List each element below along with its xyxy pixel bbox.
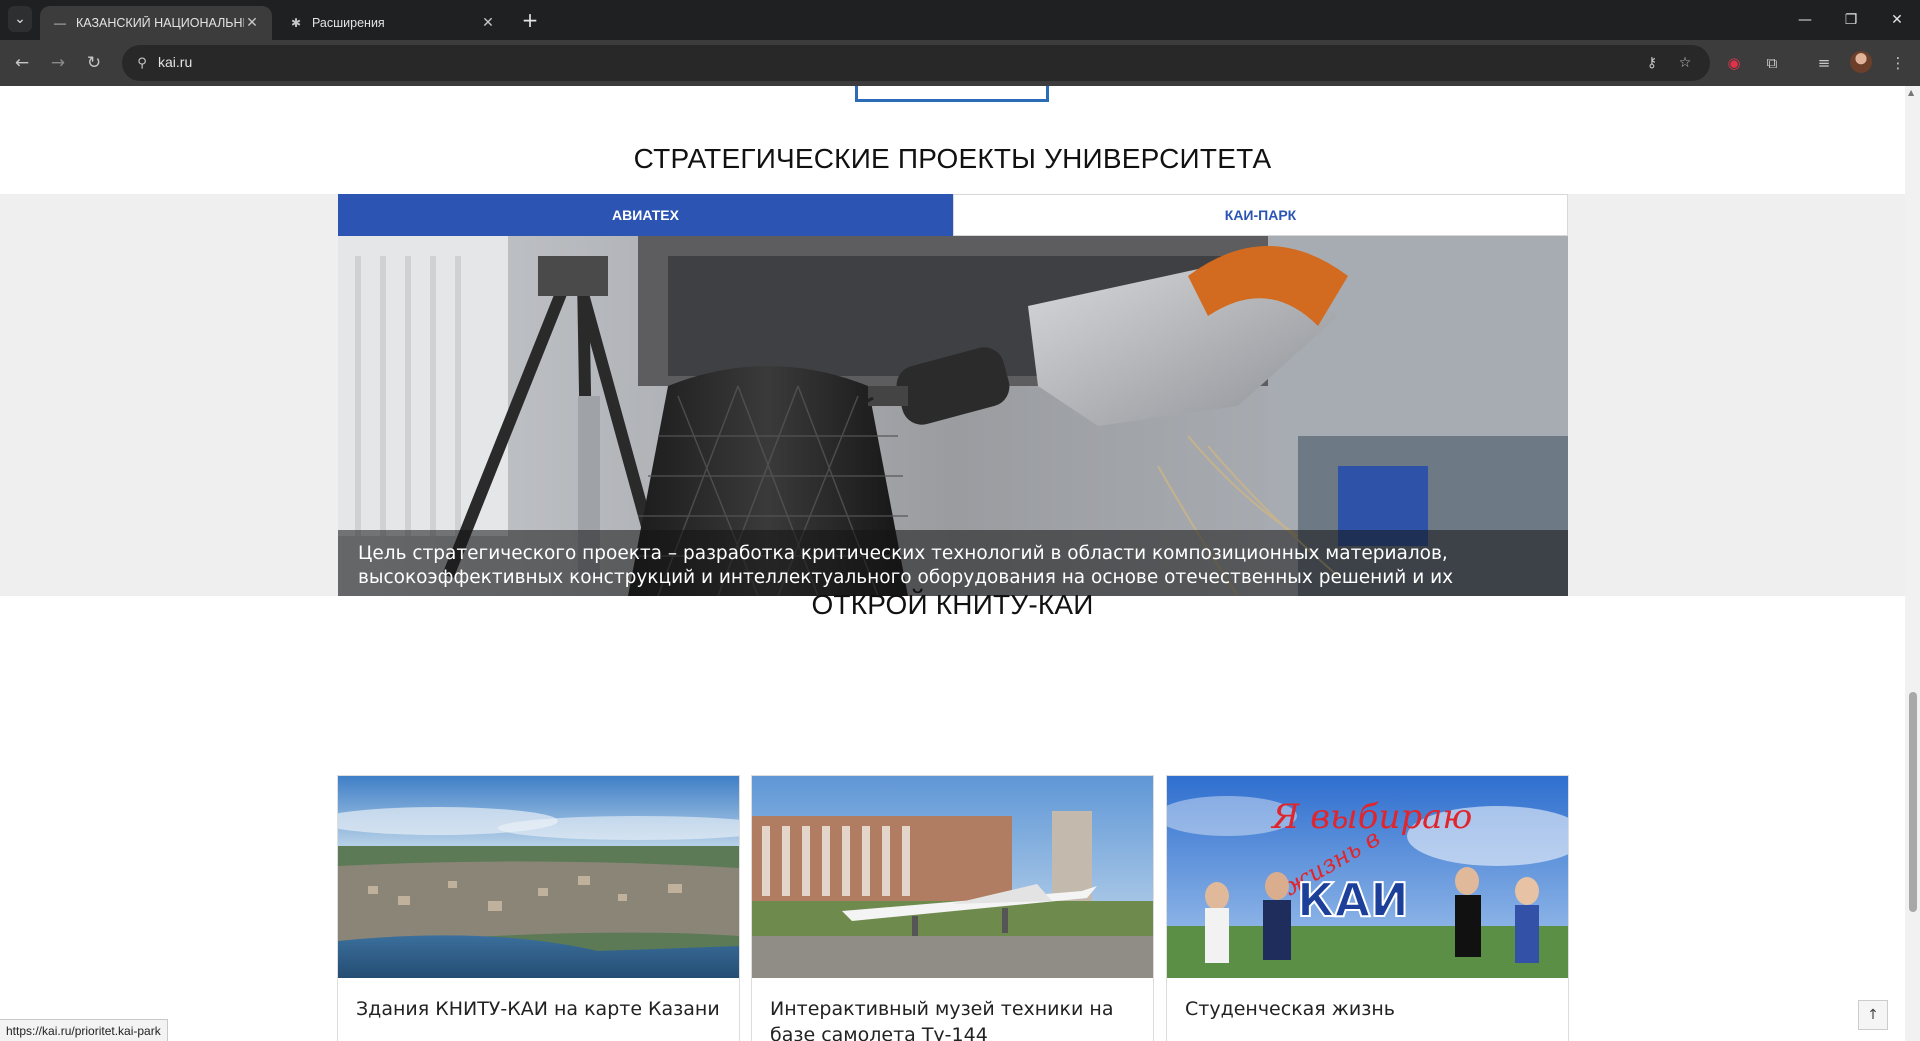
minimize-icon: — [1798, 12, 1812, 28]
discover-cards: Здания КНИТУ-КАИ на карте Казани Интерак… [337, 775, 1569, 1041]
page-viewport: СТРАТЕГИЧЕСКИЕ ПРОЕКТЫ УНИВЕРСИТЕТА АВИА… [0, 86, 1905, 1041]
key-icon[interactable]: ⚷ [1642, 53, 1662, 73]
card-label[interactable]: Интерактивный музей техники на базе само… [770, 996, 1140, 1041]
forward-button[interactable]: → [44, 49, 72, 77]
browser-toolbar: ← → ↻ ⚲ kai.ru ⚷ ☆ ◉ ⧉ ≡ ⋮ [0, 40, 1920, 86]
tab-title: КАЗАНСКИЙ НАЦИОНАЛЬНЫЙ [76, 16, 244, 30]
tab-kai-park[interactable]: КАИ-ПАРК [953, 194, 1568, 236]
reload-button[interactable]: ↻ [80, 49, 108, 77]
reload-icon: ↻ [86, 53, 102, 73]
url-text[interactable]: kai.ru [158, 54, 192, 70]
new-tab-button[interactable]: + [518, 8, 542, 32]
tab-search-button[interactable]: ⌄ [8, 6, 32, 32]
card-buildings-map[interactable]: Здания КНИТУ-КАИ на карте Казани [337, 775, 740, 1041]
close-icon[interactable]: ✕ [480, 15, 496, 31]
restore-button[interactable]: ❐ [1828, 0, 1874, 40]
arrow-up-icon: ↑ [1867, 1007, 1879, 1023]
card-label[interactable]: Студенческая жизнь [1185, 996, 1555, 1022]
tab-extensions[interactable]: ✱ Расширения ✕ [276, 6, 508, 40]
page-scrollbar[interactable]: ▲ [1905, 86, 1920, 1041]
extensions-icon[interactable]: ⧉ [1760, 51, 1784, 75]
site-info-icon[interactable]: ⚲ [132, 53, 152, 73]
card-student-life[interactable]: Я выбираю жизнь в КАИ Студенческая жизнь [1166, 775, 1569, 1041]
scroll-to-top-button[interactable]: ↑ [1858, 1000, 1888, 1030]
project-caption[interactable]: Цель стратегического проекта – разработк… [338, 530, 1568, 596]
star-icon[interactable]: ☆ [1675, 53, 1695, 73]
project-tabs: АВИАТЕХ КАИ-ПАРК [338, 194, 1568, 236]
aviatech-project-image[interactable]: Цель стратегического проекта – разработк… [338, 236, 1568, 596]
chevron-down-icon: ⌄ [14, 11, 26, 27]
record-extension-icon[interactable]: ◉ [1722, 51, 1746, 75]
restore-icon: ❐ [1844, 12, 1858, 28]
arrow-left-icon: ← [14, 53, 30, 73]
kai-favicon-icon: — [54, 16, 66, 30]
plus-icon: + [521, 8, 539, 32]
close-icon[interactable]: ✕ [244, 15, 260, 31]
address-bar[interactable]: ⚲ kai.ru ⚷ ☆ [122, 45, 1710, 81]
scroll-up-icon[interactable]: ▲ [1908, 88, 1914, 97]
kai-logo-text: КАИ [1297, 873, 1409, 927]
kazan-aerial-photo [338, 776, 739, 978]
outlined-button-fragment[interactable] [855, 86, 1049, 102]
media-controls-icon[interactable]: ≡ [1812, 51, 1836, 75]
card-tu144-museum[interactable]: Интерактивный музей техники на базе само… [751, 775, 1154, 1041]
close-icon: ✕ [1891, 12, 1903, 28]
arrow-right-icon: → [50, 53, 66, 73]
card-label[interactable]: Здания КНИТУ-КАИ на карте Казани [356, 996, 726, 1022]
scrollbar-thumb[interactable] [1909, 692, 1917, 912]
minimize-button[interactable]: — [1782, 0, 1828, 40]
strategic-projects-heading: СТРАТЕГИЧЕСКИЕ ПРОЕКТЫ УНИВЕРСИТЕТА [633, 143, 1272, 174]
back-button[interactable]: ← [8, 49, 36, 77]
tu144-photo [752, 776, 1153, 978]
tab-title: Расширения [312, 16, 385, 30]
student-life-photo: Я выбираю жизнь в КАИ [1167, 776, 1568, 978]
window-close-button[interactable]: ✕ [1874, 0, 1920, 40]
profile-avatar[interactable] [1850, 51, 1872, 73]
discover-kai-heading: ОТКРОЙ КНИТУ-КАИ [811, 589, 1094, 620]
tab-aviatech[interactable]: АВИАТЕХ [338, 194, 953, 236]
tab-kai[interactable]: — КАЗАНСКИЙ НАЦИОНАЛЬНЫЙ ✕ [40, 6, 272, 40]
puzzle-icon: ✱ [290, 16, 302, 30]
tab-strip: ⌄ — КАЗАНСКИЙ НАЦИОНАЛЬНЫЙ ✕ ✱ Расширени… [0, 0, 1920, 40]
status-bar-url: https://kai.ru/prioritet.kai-park [0, 1019, 168, 1041]
kebab-menu-icon[interactable]: ⋮ [1886, 51, 1910, 75]
